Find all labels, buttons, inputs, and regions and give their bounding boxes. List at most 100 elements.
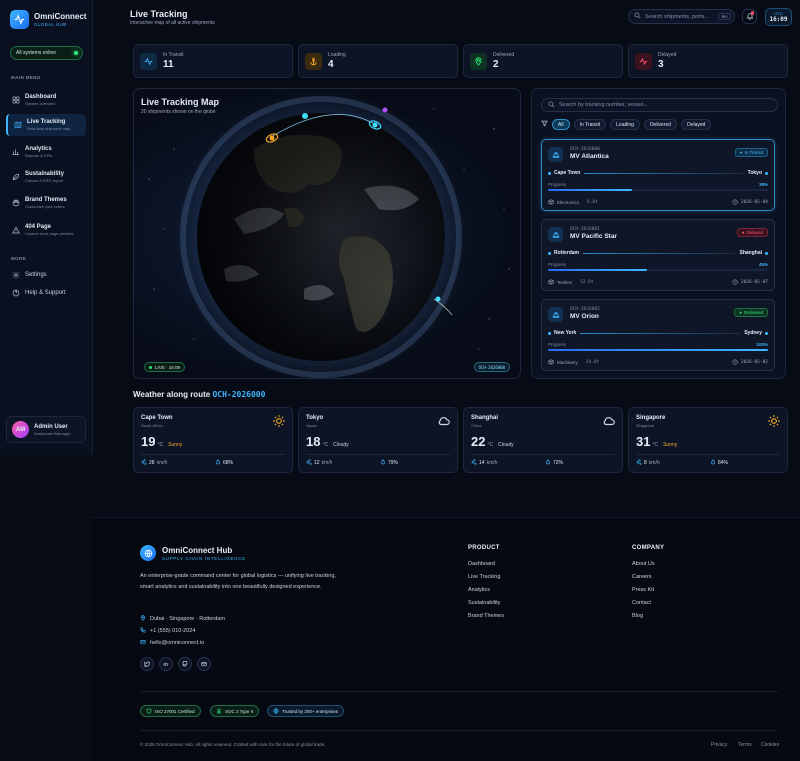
filter-chip-delivered[interactable]: Delivered — [643, 119, 678, 130]
footer-link-about[interactable]: About Us — [632, 561, 655, 567]
status-text: Delivered — [743, 310, 763, 315]
github-icon[interactable] — [178, 657, 192, 671]
humidity: 79% — [388, 460, 399, 466]
footer-link-cookies[interactable]: Cookies — [761, 742, 779, 748]
brand[interactable]: OmniConnect GLOBAL HUB — [10, 10, 86, 29]
route-line — [584, 172, 744, 174]
sidebar-item-live-tracking[interactable]: Live Tracking Real-time shipment map — [6, 114, 86, 136]
footer-phone[interactable]: +1 (555) 010-2024 — [140, 627, 195, 635]
notifications-button[interactable] — [742, 9, 757, 24]
progress-percent: 38% — [758, 182, 768, 187]
global-search-input[interactable]: Search shipments, ports... ⌘K — [628, 9, 735, 24]
footer-email[interactable]: hello@omniconnect.io — [140, 639, 204, 647]
live-tracking-map[interactable]: Live Tracking Map 20 shipments shown on … — [133, 88, 521, 379]
brand-name: OmniConnect — [34, 12, 87, 21]
pulse-logo-icon — [10, 10, 29, 29]
filter-chip-loading[interactable]: Loading — [610, 119, 640, 130]
map-title: Live Tracking Map — [141, 97, 220, 107]
filter-chip-delayed[interactable]: Delayed — [681, 119, 712, 130]
search-icon — [548, 101, 555, 110]
footer-link-live-tracking[interactable]: Live Tracking — [468, 574, 500, 580]
twitter-icon[interactable] — [140, 657, 154, 671]
footer-brand-name: OmniConnect Hub — [162, 545, 233, 555]
filter-chip-all[interactable]: All — [552, 119, 570, 130]
footer-link-privacy[interactable]: Privacy — [711, 742, 727, 748]
help-icon — [11, 289, 20, 298]
footer-link-careers[interactable]: Careers — [632, 574, 652, 580]
footer-link-blog[interactable]: Blog — [632, 613, 643, 619]
filter-chip-in-transit[interactable]: In Transit — [573, 119, 607, 130]
mail-icon — [140, 639, 146, 647]
locations-text: Dubai · Singapore · Rotterdam — [150, 616, 225, 622]
status-text: Delayed — [746, 230, 763, 235]
cert-badge-soc2: SOC 2 Type II — [210, 705, 260, 717]
selected-shipment-ref[interactable]: OCH-2026000 — [473, 362, 510, 372]
sidebar-item-dashboard[interactable]: Dashboard System overview — [6, 89, 86, 111]
weather-country: Japan — [306, 423, 317, 428]
footer-link-brand-themes[interactable]: Brand Themes — [468, 613, 504, 619]
sidebar-item-help[interactable]: Help & Support — [6, 282, 86, 304]
shipment-footer: Textiles 52.6t 2026-05-07 — [548, 279, 768, 286]
shipment-search-placeholder: Search by tracking number, vessel... — [559, 102, 648, 108]
footer-link-press-kit[interactable]: Press Kit — [632, 587, 654, 593]
footer-link-dashboard[interactable]: Dashboard — [468, 561, 495, 567]
progress-row: Progress 100% — [548, 342, 768, 347]
shipment-card[interactable]: OCH-2026002 MV Orion ● Delivered New York… — [541, 299, 775, 371]
page-title: Live Tracking — [130, 9, 188, 19]
footer-divider — [140, 730, 778, 731]
shipment-card[interactable]: OCH-2026001 MV Pacific Star ● Delayed Rot… — [541, 219, 775, 291]
stat-card-loading[interactable]: Loading 4 — [298, 44, 458, 78]
footer-brand[interactable]: OmniConnect Hub SUPPLY CHAIN INTELLIGENC… — [140, 545, 246, 561]
footer-link-terms[interactable]: Terms — [738, 742, 752, 748]
droplet-icon — [215, 459, 221, 467]
stat-card-delivered[interactable]: Delivered 2 — [463, 44, 623, 78]
stat-card-in-transit[interactable]: In Transit 11 — [133, 44, 293, 78]
destination-dot-icon — [765, 171, 768, 175]
sidebar-item-sub: Reports & KPIs — [25, 153, 53, 158]
warning-icon — [11, 226, 20, 235]
weather-city: Tokyo — [306, 415, 324, 421]
globe-illustration[interactable] — [134, 89, 521, 379]
weather-country: Singapore — [636, 423, 655, 428]
divider — [636, 454, 780, 455]
sidebar-item-sustainability[interactable]: Sustainability Carbon & ESG report — [6, 166, 86, 188]
footer-link-contact[interactable]: Contact — [632, 600, 651, 606]
shipment-id: OCH-2026002 — [570, 307, 600, 312]
cert-text: Trusted by 200+ enterprises — [282, 708, 338, 714]
mail-icon[interactable] — [197, 657, 211, 671]
map-icon — [13, 121, 22, 130]
box-icon — [548, 279, 554, 286]
shipment-search-input[interactable]: Search by tracking number, vessel... — [541, 98, 778, 112]
chart-icon — [11, 148, 20, 157]
sidebar-item-404-page[interactable]: 404 Page Custom error page preview — [6, 219, 86, 241]
weather-country: South Africa — [141, 423, 163, 428]
footer-locations: Dubai · Singapore · Rotterdam — [140, 615, 225, 623]
footer-link-sustainability[interactable]: Sustainability — [468, 600, 500, 606]
live-indicator: LIVE · 16:09 — [144, 362, 186, 372]
divider — [306, 454, 450, 455]
cargo-type: Machinery — [557, 360, 578, 365]
filter-icon[interactable] — [541, 120, 548, 129]
user-card[interactable]: AM Admin User Dashboard Manager — [6, 416, 86, 443]
cargo-weight: 52.6t — [580, 280, 594, 285]
clock-icon — [732, 279, 738, 286]
shipment-id: OCH-2026001 — [570, 227, 600, 232]
main-menu-label: MAIN MENU — [11, 75, 41, 80]
weather-route-ref: OCH-2026000 — [212, 390, 266, 399]
weather-card: Cape Town South Africa 19 °C Sunny 28 km/h … — [133, 407, 293, 473]
clock-icon — [732, 199, 738, 206]
footer-link-analytics[interactable]: Analytics — [468, 587, 490, 593]
shipment-card[interactable]: OCH-2026000 MV Atlantica ● In Transit Cap… — [541, 139, 775, 211]
weather-country: China — [471, 423, 482, 428]
weather-condition: Cloudy — [333, 442, 349, 448]
palette-icon — [11, 199, 20, 208]
footer-description: An enterprise-grade command center for g… — [140, 573, 336, 590]
cloud-icon — [437, 414, 451, 430]
sidebar-item-brand-themes[interactable]: Brand Themes Customize your colors — [6, 192, 86, 214]
sidebar-item-analytics[interactable]: Analytics Reports & KPIs — [6, 141, 86, 163]
stat-card-delayed[interactable]: Delayed 3 — [628, 44, 788, 78]
linkedin-icon[interactable] — [159, 657, 173, 671]
stat-value: 3 — [658, 59, 664, 70]
progress-label: Progress — [548, 342, 567, 347]
shipment-list-panel: Search by tracking number, vessel... All… — [531, 88, 786, 379]
